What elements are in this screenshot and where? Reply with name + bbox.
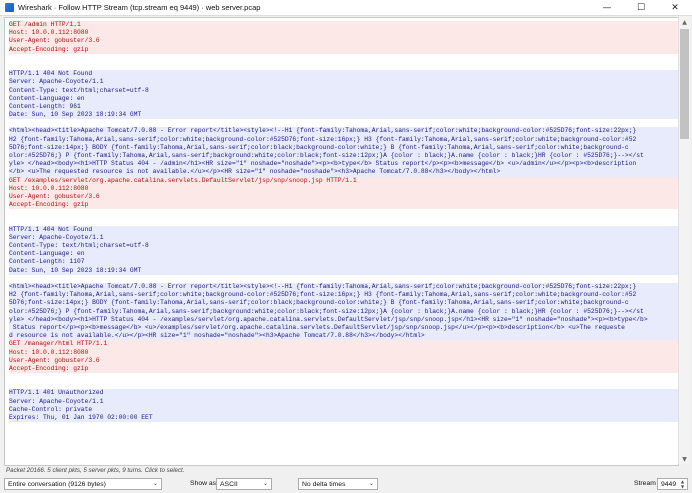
server-line: <html><head><title>Apache Tomcat/7.0.88 … (9, 283, 678, 292)
scrollbar-thumb[interactable] (680, 29, 689, 139)
server-line: </b> <u>The requested resource is not av… (9, 168, 678, 177)
server-line: Content-Language: en (9, 94, 678, 103)
server-line: Date: Sun, 10 Sep 2023 18:19:34 GMT (9, 266, 678, 275)
server-line: olor:#525D76;} P {font-family:Tahoma,Ari… (9, 152, 678, 161)
packet-status: Packet 20166. 5 client pkts, 5 server pk… (6, 467, 185, 474)
vertical-scrollbar[interactable]: ▲ ▼ (678, 17, 690, 464)
client-line: GET /examples/servlet/org.apache.catalin… (9, 176, 678, 185)
server-line: 5D76;font-size:14px;} BODY {font-family:… (9, 299, 678, 308)
client-line: GET /manager/html HTTP/1.1 (9, 340, 678, 349)
server-line: Server: Apache-Coyote/1.1 (9, 233, 678, 243)
title-bar: Wireshark · Follow HTTP Stream (tcp.stre… (0, 0, 692, 16)
client-line: User-Agent: gobuster/3.6 (9, 192, 678, 202)
server-line: HTTP/1.1 404 Not Found (9, 70, 678, 79)
close-button[interactable]: ✕ (658, 0, 692, 15)
server-line: H2 {font-family:Tahoma,Arial,sans-serif;… (9, 291, 678, 300)
conversation-select-value: Entire conversation (9126 bytes) (8, 480, 106, 488)
show-as-value: ASCII (220, 480, 238, 488)
chevron-down-icon: ⌄ (152, 480, 158, 487)
server-line: Server: Apache-Coyote/1.1 (9, 397, 678, 406)
delta-times-value: No delta times (302, 480, 346, 488)
show-as-select[interactable]: ASCII ⌄ (216, 478, 272, 490)
server-line: HTTP/1.1 401 Unauthorized (9, 389, 678, 398)
server-line: H2 {font-family:Tahoma,Arial,sans-serif;… (9, 135, 678, 144)
server-line: Date: Sun, 10 Sep 2023 18:19:34 GMT (9, 111, 678, 120)
stream-content[interactable]: GET /admin HTTP/1.1 Host: 10.0.0.112:8080… (4, 17, 679, 466)
chevron-down-icon: ⌄ (368, 480, 374, 487)
server-line: Content-Length: 961 (9, 102, 678, 112)
scroll-down-icon[interactable]: ▼ (679, 454, 690, 464)
scroll-up-icon[interactable]: ▲ (679, 17, 690, 27)
server-line: Cache-Control: private (9, 405, 678, 414)
server-line: Content-Type: text/html;charset=utf-8 (9, 86, 678, 95)
wireshark-icon (5, 3, 14, 12)
maximize-button[interactable]: ☐ (624, 0, 658, 15)
delta-times-select[interactable]: No delta times ⌄ (298, 478, 378, 490)
server-line: <html><head><title>Apache Tomcat/7.0.88 … (9, 127, 678, 136)
server-line: HTTP/1.1 404 Not Found (9, 225, 678, 234)
server-line: Content-Length: 1107 (9, 258, 678, 267)
spin-arrows-icon[interactable]: ▲ ▼ (679, 479, 686, 489)
server-line: 5D76;font-size:14px;} BODY {font-family:… (9, 143, 678, 152)
server-line: Expires: Thu, 01 Jan 1970 02:00:00 EET (9, 414, 678, 423)
client-line: Accept-Encoding: gzip (9, 201, 678, 210)
client-line: GET /admin HTTP/1.1 (9, 21, 678, 30)
conversation-select[interactable]: Entire conversation (9126 bytes) ⌄ (4, 478, 162, 490)
client-line: Host: 10.0.0.112:8080 (9, 348, 678, 357)
server-line: olor:#525D76;} P {font-family:Tahoma,Ari… (9, 307, 678, 316)
server-line: Content-Type: text/html;charset=utf-8 (9, 242, 678, 251)
bottom-controls: Entire conversation (9126 bytes) ⌄ Show … (0, 478, 692, 493)
stream-number-value: 9449 (661, 480, 677, 488)
client-line: Host: 10.0.0.112:8080 (9, 184, 678, 193)
stream-lines: GET /admin HTTP/1.1 Host: 10.0.0.112:8080… (5, 18, 678, 423)
server-line: Content-Language: en (9, 250, 678, 259)
window-title: Wireshark · Follow HTTP Stream (tcp.stre… (18, 3, 261, 12)
minimize-button[interactable]: — (590, 0, 624, 15)
window-controls: — ☐ ✕ (590, 0, 692, 15)
stream-label: Stream (634, 480, 656, 487)
client-line: Host: 10.0.0.112:8080 (9, 29, 678, 38)
server-line: d resource is not available.</u></p><HR … (9, 332, 678, 341)
chevron-down-icon: ⌄ (262, 480, 268, 487)
client-line: User-Agent: gobuster/3.6 (9, 356, 678, 365)
server-line: yle> </head><body><h1>HTTP Status 404 - … (9, 160, 678, 169)
client-line: Accept-Encoding: gzip (9, 45, 678, 54)
show-as-label: Show as (190, 480, 217, 487)
client-line: Accept-Encoding: gzip (9, 364, 678, 374)
server-line: Status report</p><p><b>message</b> <u>/e… (9, 323, 678, 333)
stream-number-spinbox[interactable]: 9449 ▲ ▼ (657, 478, 688, 490)
server-line: Server: Apache-Coyote/1.1 (9, 78, 678, 87)
client-line: User-Agent: gobuster/3.6 (9, 37, 678, 46)
server-line: yle> </head><body><h1>HTTP Status 404 - … (9, 315, 678, 324)
